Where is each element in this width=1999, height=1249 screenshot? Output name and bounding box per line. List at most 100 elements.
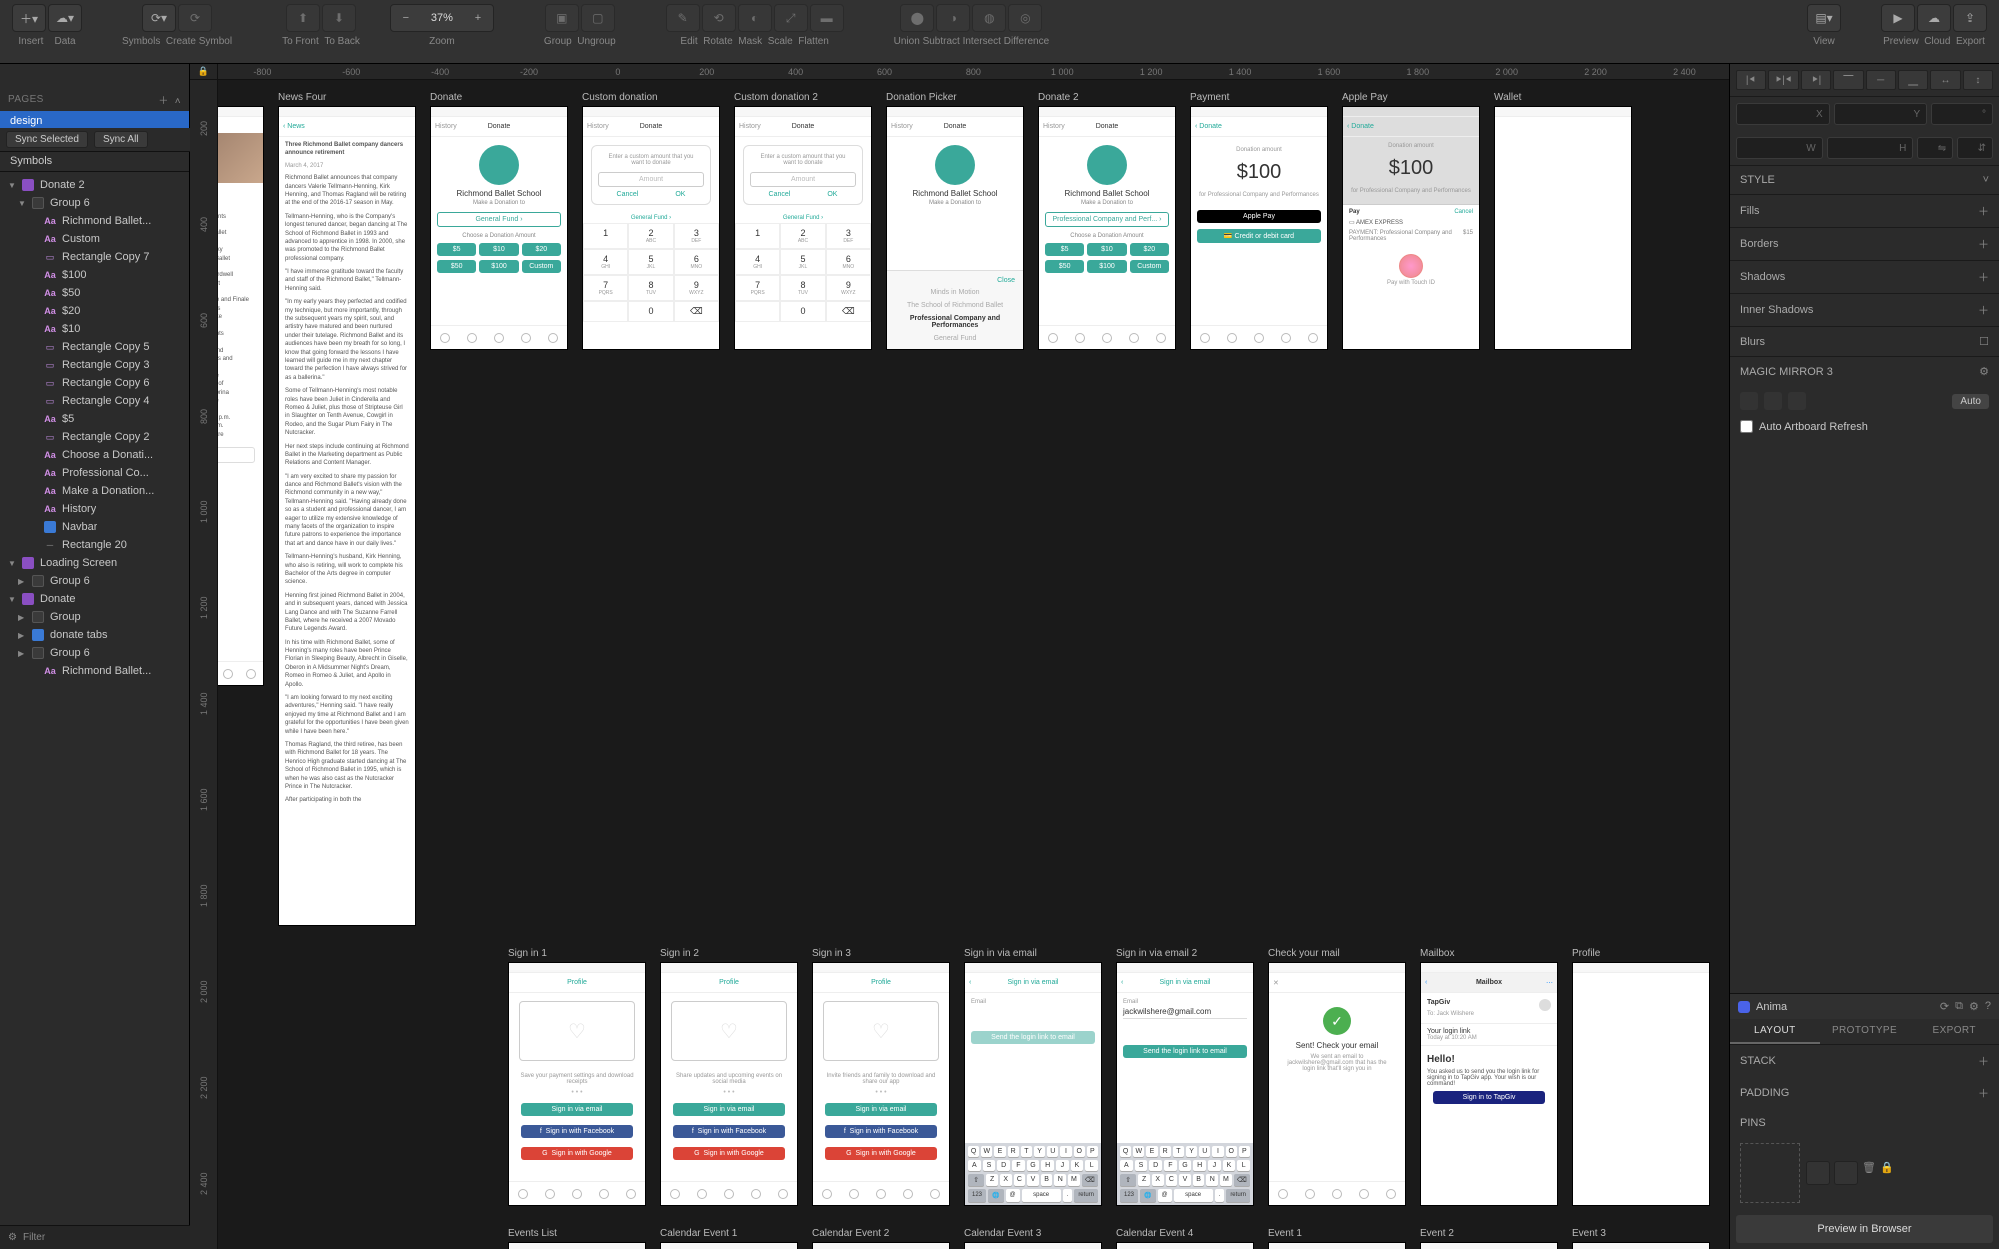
artboard[interactable]: Sign in via email 2‹Sign in via emailEma… — [1116, 948, 1254, 1206]
layer-item[interactable]: ▭Rectangle Copy 4 — [0, 392, 189, 410]
artboard-title[interactable]: Wallet — [1494, 92, 1632, 103]
align-top-button[interactable]: ⎺ — [1833, 70, 1863, 90]
artboard-title[interactable]: Donate — [430, 92, 568, 103]
stack-section[interactable]: STACK＋ — [1730, 1045, 1999, 1077]
artboard-title[interactable]: Sign in 2 — [660, 948, 798, 959]
canvas[interactable]: 🔒 -800-600-400-20002004006008001 0001 20… — [190, 64, 1729, 1249]
distribute-h-button[interactable]: ↔ — [1930, 70, 1960, 90]
artboard-title[interactable]: Calendar Event 3 — [964, 1228, 1102, 1239]
align-bottom-button[interactable]: ⎽ — [1898, 70, 1928, 90]
zoom-value[interactable]: 37% — [421, 12, 463, 24]
zoom-out-button[interactable]: − — [391, 12, 421, 24]
group-button[interactable]: ▣ — [545, 4, 579, 32]
anima-dup-icon[interactable]: ⧉ — [1955, 1000, 1963, 1013]
layer-item[interactable]: Aa$5 — [0, 410, 189, 428]
artboard-title[interactable]: Donation Picker — [886, 92, 1024, 103]
align-right-button[interactable]: ⯈| — [1801, 70, 1831, 90]
anima-settings-icon[interactable]: ⚙ — [1969, 1000, 1979, 1013]
align-left-button[interactable]: |⯇ — [1736, 70, 1766, 90]
artboard[interactable]: Sign in 3Profile♡Invite friends and fami… — [812, 948, 950, 1206]
layer-item[interactable]: Aa$10 — [0, 320, 189, 338]
to-back-button[interactable]: ⬇ — [322, 4, 356, 32]
artboard-title[interactable]: Profile — [1572, 948, 1710, 959]
align-vcenter-button[interactable]: ─ — [1866, 70, 1896, 90]
artboard[interactable]: Check your mail✕✓Sent! Check your emailW… — [1268, 948, 1406, 1206]
artboard-title[interactable]: Sign in 3 — [812, 948, 950, 959]
layer-item[interactable]: AaRichmond Ballet... — [0, 662, 189, 680]
artboard-title[interactable]: Calendar Event 4 — [1116, 1228, 1254, 1239]
artboard[interactable]: Event 1‹ EventsA world premiere by Melis… — [1268, 1228, 1406, 1249]
zoom-control[interactable]: −37%+ — [390, 4, 494, 32]
artboard-title[interactable]: Events List — [508, 1228, 646, 1239]
artboard[interactable]: Calendar Event 2Events List‹ April 2017 … — [812, 1228, 950, 1249]
mm-auto-button[interactable]: Auto — [1952, 394, 1989, 409]
gear-icon[interactable]: ⚙ — [1979, 365, 1989, 378]
layer-item[interactable]: ─Rectangle 20 — [0, 536, 189, 554]
artboard-title[interactable]: Sign in via email 2 — [1116, 948, 1254, 959]
artboard[interactable]: DonateHistoryDonateRichmond Ballet Schoo… — [430, 92, 568, 926]
layers-list[interactable]: ▼Donate 2▼Group 6AaRichmond Ballet...AaC… — [0, 171, 189, 1249]
artboard[interactable]: Sign in 2Profile♡Share updates and upcom… — [660, 948, 798, 1206]
artboard-title[interactable]: Event 1 — [1268, 1228, 1406, 1239]
edit-button[interactable]: ✎ — [666, 4, 700, 32]
anima-tab-layout[interactable]: LAYOUT — [1730, 1019, 1820, 1044]
export-button[interactable]: ⇪ — [1953, 4, 1987, 32]
artboard[interactable]: Custom donation 2HistoryDonateEnter a cu… — [734, 92, 872, 926]
layer-item[interactable]: ▼Group 6 — [0, 194, 189, 212]
angle-field[interactable]: ° — [1931, 103, 1993, 125]
layer-item[interactable]: ▶donate tabs — [0, 626, 189, 644]
artboard-title[interactable]: Event 3 — [1572, 1228, 1710, 1239]
insert-button[interactable]: ＋▾ — [12, 4, 46, 32]
artboard-title[interactable]: Calendar Event 1 — [660, 1228, 798, 1239]
artboard-title[interactable]: Sign in 1 — [508, 948, 646, 959]
w-field[interactable]: W — [1736, 137, 1823, 159]
view-button[interactable]: ▤▾ — [1807, 4, 1841, 32]
artboard-title[interactable]: Payment — [1190, 92, 1328, 103]
align-hcenter-button[interactable]: ⯈|⯇ — [1768, 70, 1798, 90]
pin-grid[interactable] — [1740, 1143, 1800, 1203]
borders-section[interactable]: Borders＋ — [1730, 228, 1999, 260]
padding-section[interactable]: PADDING＋ — [1730, 1077, 1999, 1109]
artboard[interactable]: Apple Pay‹ DonateDonation amount$100for … — [1342, 92, 1480, 926]
artboard[interactable]: Payment‹ DonateDonation amount$100for Pr… — [1190, 92, 1328, 926]
artboard[interactable]: Events ListEvents ListA world premiere b… — [508, 1228, 646, 1249]
mm-rotate-icon[interactable] — [1764, 392, 1782, 410]
layer-item[interactable]: AaHistory — [0, 500, 189, 518]
difference-button[interactable]: ◎ — [1008, 4, 1042, 32]
layer-item[interactable]: ▼Donate 2 — [0, 176, 189, 194]
ungroup-button[interactable]: ▢ — [581, 4, 615, 32]
anima-tab-export[interactable]: EXPORT — [1909, 1019, 1999, 1044]
artboard[interactable]: Event 2‹ EventsMinds in motion culminati… — [1420, 1228, 1558, 1249]
artboard[interactable]: Sign in via email‹Sign in via emailEmail… — [964, 948, 1102, 1206]
artboard[interactable]: Calendar Event 4Events List‹ March 2017 … — [1116, 1228, 1254, 1249]
layer-item[interactable]: ▭Rectangle Copy 5 — [0, 338, 189, 356]
y-field[interactable]: Y — [1834, 103, 1928, 125]
union-button[interactable]: ⬤ — [900, 4, 934, 32]
magic-mirror-section[interactable]: MAGIC MIRROR 3⚙ — [1730, 357, 1999, 386]
artboard-title[interactable]: Donate 2 — [1038, 92, 1176, 103]
layer-item[interactable]: AaRichmond Ballet... — [0, 212, 189, 230]
artboard[interactable]: Mailbox‹Mailbox⋯TapGivTo: Jack WilshereY… — [1420, 948, 1558, 1206]
trash-icon[interactable]: 🗑 — [1862, 1161, 1876, 1185]
intersect-button[interactable]: ◍ — [972, 4, 1006, 32]
layer-item[interactable]: Aa$50 — [0, 284, 189, 302]
flip-v-button[interactable]: ⇵ — [1957, 137, 1993, 159]
ruler-lock-icon[interactable]: 🔒 — [190, 64, 218, 80]
artboard[interactable]: vs Threery, 2017of Richmond balletbles p… — [218, 92, 264, 926]
artboard-title[interactable]: Check your mail — [1268, 948, 1406, 959]
to-front-button[interactable]: ⬆ — [286, 4, 320, 32]
symbols-button[interactable]: ⟳▾ — [142, 4, 176, 32]
artboard-title[interactable]: News Four — [278, 92, 416, 103]
h-field[interactable]: H — [1827, 137, 1914, 159]
layer-item[interactable]: ▼Donate — [0, 590, 189, 608]
collapse-pages-icon[interactable]: ˄ — [175, 96, 181, 107]
layer-item[interactable]: AaChoose a Donati... — [0, 446, 189, 464]
artboard[interactable]: Wallet — [1494, 92, 1632, 926]
add-fill-icon[interactable]: ＋ — [1978, 203, 1989, 219]
layer-item[interactable]: ▶Group — [0, 608, 189, 626]
add-page-icon[interactable]: ＋ — [158, 96, 168, 107]
artboard-title[interactable]: vs Three — [218, 92, 264, 103]
zoom-in-button[interactable]: + — [463, 12, 493, 24]
layer-item[interactable]: ▶Group 6 — [0, 644, 189, 662]
preview-button[interactable]: ▶ — [1881, 4, 1915, 32]
